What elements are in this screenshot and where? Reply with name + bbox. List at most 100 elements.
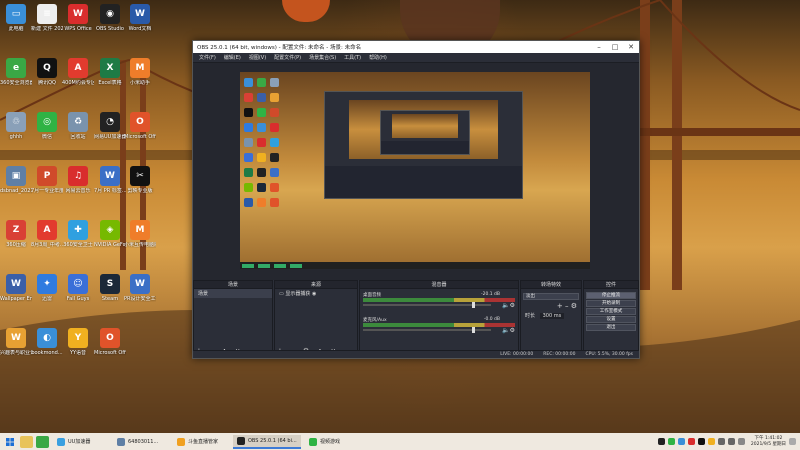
tray-app-icon[interactable]: [707, 438, 715, 445]
volume-slider[interactable]: [363, 302, 491, 308]
speaker-icon[interactable]: 🔈⚙: [502, 327, 515, 334]
clock-date: 2021/9/5 星期日: [750, 441, 786, 447]
settings-button[interactable]: 设置: [586, 316, 636, 323]
desktop-icon-label: 8月3周_中考...: [31, 242, 63, 248]
channel-db: -20.1 dB: [480, 292, 500, 297]
desktop-icon-trash[interactable]: ♻ 回收站: [62, 112, 94, 140]
windows-start-icon[interactable]: [3, 435, 17, 449]
tray-app-icon[interactable]: [697, 438, 705, 445]
desktop-icon-label: WPS Office: [64, 26, 92, 32]
desktop-icon-label: Microsoft Office...: [124, 134, 156, 140]
menu-edit[interactable]: 编辑(E): [220, 54, 245, 61]
source-item[interactable]: ▭ 显示器捕获 ◉: [275, 289, 357, 298]
ime-icon[interactable]: [737, 438, 745, 445]
desktop-icon-yy[interactable]: Y YY语音: [62, 328, 94, 356]
desktop-icon-label: PR设计安全工作...: [124, 296, 156, 302]
mixer-dock: 混音器 桌面音频 -20.1 dB 🔈⚙ 麦克风/Aux -0.0 dB 🔈⚙: [359, 280, 519, 358]
tray-app-icon[interactable]: [677, 438, 685, 445]
desktop-icon-label: bookmond...: [31, 350, 63, 356]
desktop-icon-label: OBS Studio: [96, 26, 124, 32]
desktop-icon-wps[interactable]: W WPS Office: [62, 4, 94, 32]
exit-button[interactable]: 退出: [586, 324, 636, 331]
desktop-icon-ppt[interactable]: P 7月一专业年度工作总结...: [31, 166, 63, 194]
desktop-icon-computer[interactable]: ▭ 此电脑: [0, 4, 32, 32]
desktop-icon-screenshot-file[interactable]: ▣ dsbnad_20210925...: [0, 166, 32, 194]
start-recording-button[interactable]: 开始录制: [586, 300, 636, 307]
bookmark-icon: ◐: [37, 328, 57, 348]
clock[interactable]: 下午 1:41:02 2021/9/5 星期日: [751, 436, 786, 447]
eye-icon[interactable]: ◉: [312, 291, 316, 297]
volume-icon[interactable]: [727, 438, 735, 445]
desktop-icon-uu[interactable]: ◔ 网易UU加速器: [94, 112, 126, 140]
notification-icon[interactable]: [789, 438, 796, 445]
menu-scene-collection[interactable]: 场景集合(S): [305, 54, 340, 61]
menu-view[interactable]: 视图(V): [245, 54, 270, 61]
desktop-icon-wallpaper-engine[interactable]: W Wallpaper Engine...: [0, 274, 32, 302]
desktop-icon-office2[interactable]: O Microsoft Office...: [124, 112, 156, 140]
clock-time: 下午 1:41:02: [754, 436, 783, 441]
thunder-icon: ✦: [37, 274, 57, 294]
taskbar-app[interactable]: 64803011...: [113, 435, 169, 449]
taskbar-app[interactable]: OBS 25.0.1 (64 bi...: [233, 434, 301, 449]
desktop-icon-office[interactable]: O Microsoft Office...: [94, 328, 126, 356]
desktop-icon-word-doc[interactable]: W 兴趣表与职业计划...: [0, 328, 32, 356]
tray-app-icon[interactable]: [687, 438, 695, 445]
desktop-icon-pdf[interactable]: A 8月3周_中考...: [31, 220, 63, 248]
desktop-icon-qq[interactable]: Q 腾讯QQ: [31, 58, 63, 86]
mixer-channel-mic: 麦克风/Aux -0.0 dB 🔈⚙: [360, 317, 518, 339]
desktop-icon-nvidia[interactable]: ◈ NVIDIA GeForce...: [94, 220, 126, 248]
transition-select[interactable]: 淡出: [523, 293, 579, 300]
desktop-icon-bookmark[interactable]: ◐ bookmond...: [31, 328, 63, 356]
menu-file[interactable]: 文件(F): [195, 54, 220, 61]
desktop-icon-steam[interactable]: S Steam: [94, 274, 126, 302]
studio-mode-button[interactable]: 工作室模式: [586, 308, 636, 315]
desktop-icon-netease-music[interactable]: ♫ 网易云音乐: [62, 166, 94, 194]
desktop-icon-capcut[interactable]: ✂ 剪映专业版: [124, 166, 156, 194]
taskbar-app[interactable]: 视频游戏: [305, 435, 361, 449]
file-explorer-icon[interactable]: [20, 435, 33, 448]
desktop-icon-obs[interactable]: ◉ OBS Studio: [94, 4, 126, 32]
desktop-icon-security-360[interactable]: ✚ 360安全卫士: [62, 220, 94, 248]
browser-taskbar-icon[interactable]: [36, 435, 49, 448]
desktop-icon-browser-360[interactable]: e 360安全浏览器: [0, 58, 32, 86]
speaker-icon[interactable]: 🔈⚙: [502, 302, 515, 309]
app-icon: [309, 437, 317, 446]
obs-titlebar[interactable]: OBS 25.0.1 (64 bit, windows) - 配置文件: 未命名…: [193, 41, 639, 53]
wallpaper-engine-icon: W: [6, 274, 26, 294]
transition-toolbar[interactable]: + – ⚙: [521, 301, 581, 311]
desktop-icon-mi-share[interactable]: M 小米互传电脑版: [124, 220, 156, 248]
taskbar-app[interactable]: 斗鱼直播管家: [173, 435, 229, 449]
minimize-icon[interactable]: –: [591, 43, 607, 51]
desktop-icon-label: 微信: [41, 134, 52, 140]
obs-window[interactable]: OBS 25.0.1 (64 bit, windows) - 配置文件: 未命名…: [192, 40, 640, 359]
duration-input[interactable]: 300 ms: [539, 313, 565, 319]
desktop-icon-thunder[interactable]: ✦ 迅雷: [31, 274, 63, 302]
tray-app-icon[interactable]: [657, 438, 665, 445]
netease-music-icon: ♫: [68, 166, 88, 186]
desktop-icon-pdf2[interactable]: A 400M约会专区网...: [62, 58, 94, 86]
stop-streaming-button[interactable]: 停止推流: [586, 292, 636, 299]
desktop-icon-word[interactable]: W Word文档: [124, 4, 156, 32]
menu-tools[interactable]: 工具(T): [340, 54, 365, 61]
desktop-icon-label: dsbnad_20210925...: [0, 188, 32, 194]
desktop-icon-recycle-bin[interactable]: ♲ ghhh: [0, 112, 32, 140]
tray-app-icon[interactable]: [667, 438, 675, 445]
close-icon[interactable]: ✕: [623, 43, 639, 51]
taskbar-app[interactable]: UU加速器: [53, 435, 109, 449]
obs-preview[interactable]: [193, 63, 639, 280]
maximize-icon[interactable]: □: [607, 43, 623, 51]
desktop-icon-mi[interactable]: M 小米助手: [124, 58, 156, 86]
desktop-icon-word2[interactable]: W 7月 PR 标签...: [94, 166, 126, 194]
network-icon[interactable]: [717, 438, 725, 445]
menu-profile[interactable]: 配置文件(P): [270, 54, 305, 61]
app-icon: [237, 436, 245, 445]
menu-help[interactable]: 帮助(H): [365, 54, 391, 61]
desktop-icon-doc[interactable]: W PR设计安全工作...: [124, 274, 156, 302]
scene-item[interactable]: 场景: [194, 289, 272, 298]
desktop-icon-text-file[interactable]: ≡ 新建 文件 2021-09...: [31, 4, 63, 32]
volume-slider[interactable]: [363, 327, 491, 333]
desktop-icon-wechat[interactable]: ◎ 微信: [31, 112, 63, 140]
desktop-icon-excel[interactable]: X Excel表格: [94, 58, 126, 86]
desktop-icon-archive-360[interactable]: Z 360压缩: [0, 220, 32, 248]
desktop-icon-fall-guys[interactable]: ☺ Fall Guys: [62, 274, 94, 302]
